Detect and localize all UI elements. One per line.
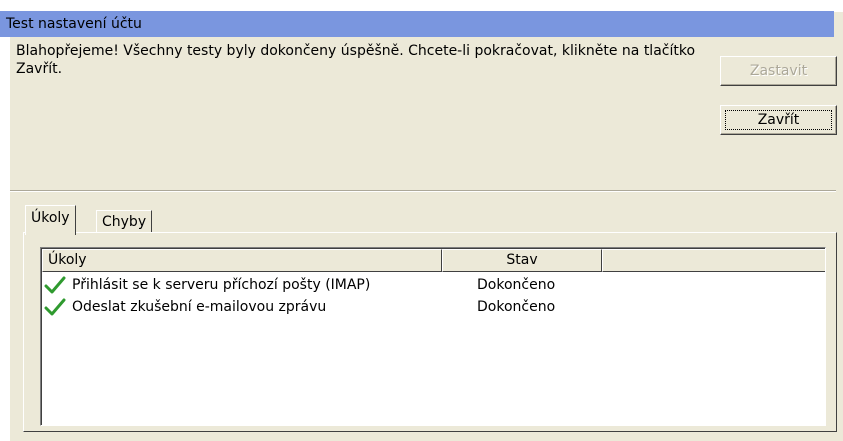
- status-message: Blahopřejeme! Všechny testy byly dokonče…: [16, 43, 696, 77]
- column-header-empty[interactable]: [602, 249, 825, 272]
- window-title: Test nastavení účtu: [0, 11, 834, 37]
- task-list[interactable]: Úkoly Stav Přihlásit se k serveru přícho…: [40, 247, 826, 426]
- checkmark-icon: [44, 276, 66, 294]
- task-status: Dokončeno: [477, 277, 556, 293]
- checkmark-icon: [44, 298, 66, 316]
- separator: [10, 190, 836, 192]
- list-header: Úkoly Stav: [42, 249, 825, 272]
- dialog-body: Blahopřejeme! Všechny testy byly dokonče…: [9, 37, 843, 441]
- task-name: Přihlásit se k serveru příchozí pošty (I…: [72, 277, 371, 293]
- table-row[interactable]: Odeslat zkušební e-mailovou zprávu Dokon…: [44, 296, 824, 318]
- close-button-label: Zavřít: [757, 112, 800, 128]
- tab-panel-tasks: Úkoly Stav Přihlásit se k serveru přícho…: [23, 232, 837, 432]
- column-header-status[interactable]: Stav: [442, 249, 602, 272]
- table-row[interactable]: Přihlásit se k serveru příchozí pošty (I…: [44, 274, 824, 296]
- tab-tasks[interactable]: Úkoly: [25, 205, 76, 235]
- column-header-tasks[interactable]: Úkoly: [42, 249, 442, 272]
- close-button[interactable]: Zavřít: [720, 105, 837, 135]
- task-name: Odeslat zkušební e-mailovou zprávu: [72, 299, 327, 315]
- stop-button[interactable]: Zastavit: [720, 56, 837, 86]
- stop-button-label: Zastavit: [749, 63, 808, 79]
- tab-errors[interactable]: Chyby: [96, 210, 153, 233]
- task-status: Dokončeno: [477, 299, 556, 315]
